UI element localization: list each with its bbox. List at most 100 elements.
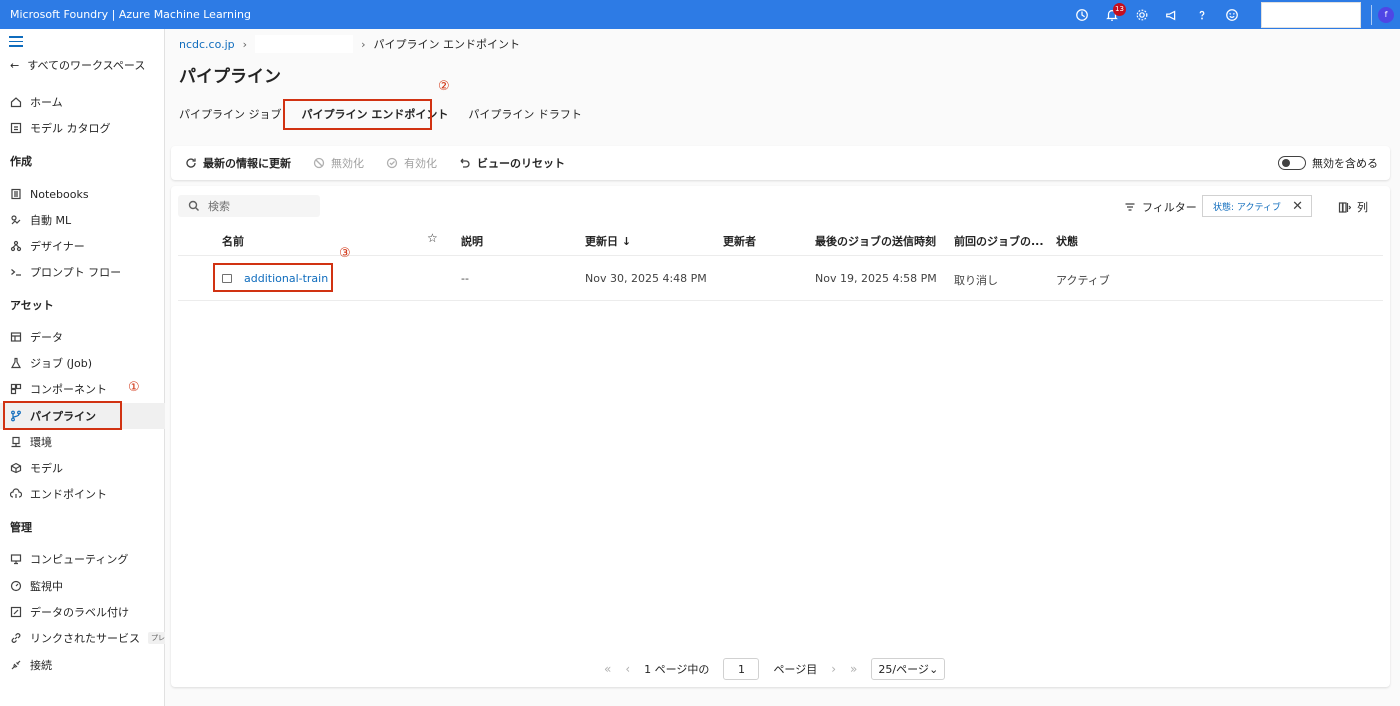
sidebar-item-label: 自動 ML — [30, 214, 72, 227]
per-page-select[interactable]: 25/ページ ⌄ — [871, 658, 946, 680]
page-title: パイプライン — [179, 67, 281, 87]
sidebar-item-label: ホーム — [30, 96, 63, 109]
sidebar-item-label: エンドポイント — [30, 488, 107, 501]
pagination-of-label: 1 ページ中の — [644, 663, 710, 676]
sidebar-item-data-labeling[interactable]: データのラベル付け — [0, 599, 165, 625]
search-input[interactable]: 検索 — [178, 195, 320, 217]
automl-icon — [10, 214, 22, 226]
sidebar-item-data[interactable]: データ — [0, 324, 165, 350]
environment-icon — [10, 436, 22, 448]
annotation-marker-2: ② — [438, 79, 450, 94]
feedback-smiley-icon[interactable] — [1217, 0, 1247, 29]
first-page-icon[interactable]: « — [604, 662, 611, 676]
section-create: 作成 — [10, 155, 32, 168]
breadcrumb-workspace[interactable] — [255, 35, 354, 53]
sidebar-item-monitoring[interactable]: 監視中 — [0, 573, 165, 599]
sidebar-item-label: 接続 — [30, 659, 52, 672]
sidebar-item-model-catalog[interactable]: モデル カタログ — [0, 115, 165, 141]
table-card: 検索 フィルター 状態: アクティブ ✕ 列 名前 ☆ 説明 更新日 ↓ 更新者… — [171, 186, 1390, 687]
highlight-box-endpoint-row — [213, 263, 333, 292]
history-icon[interactable] — [1067, 0, 1097, 29]
notification-icon[interactable]: 13 — [1097, 0, 1127, 29]
undo-icon — [460, 158, 470, 168]
hamburger-menu-icon[interactable] — [9, 36, 23, 48]
row-description: -- — [461, 272, 469, 285]
sidebar-item-linked-services[interactable]: リンクされたサービス プレビュー — [0, 625, 165, 651]
toggle-switch[interactable] — [1278, 156, 1306, 170]
app-title[interactable]: Microsoft Foundry | Azure Machine Learni… — [0, 8, 1067, 21]
notification-badge: 13 — [1113, 3, 1126, 16]
component-icon — [10, 383, 22, 395]
main-content: ncdc.co.jp › › パイプライン エンドポイント パイプライン パイプ… — [165, 29, 1400, 706]
column-header-last-job-submit[interactable]: 最後のジョブの送信時刻 — [815, 233, 936, 249]
sidebar-item-endpoints[interactable]: エンドポイント — [0, 481, 165, 507]
tab-pipeline-drafts[interactable]: パイプライン ドラフト — [468, 106, 582, 122]
column-header-description[interactable]: 説明 — [461, 233, 483, 249]
tab-pipeline-jobs[interactable]: パイプライン ジョブ — [179, 106, 282, 122]
sidebar-item-label: コンポーネント — [30, 383, 107, 396]
divider — [178, 300, 1383, 301]
sidebar-item-compute[interactable]: コンピューティング — [0, 546, 165, 572]
megaphone-icon[interactable] — [1157, 0, 1187, 29]
sidebar-item-models[interactable]: モデル — [0, 455, 165, 481]
enable-button[interactable]: 有効化 — [386, 155, 437, 171]
column-header-last-job-status[interactable]: 前回のジョブの... — [954, 233, 1044, 249]
sidebar-item-label: コンピューティング — [30, 553, 129, 566]
filter-chip-status[interactable]: 状態: アクティブ ✕ — [1202, 195, 1312, 217]
sidebar-item-automl[interactable]: 自動 ML — [0, 207, 165, 233]
column-header-updated[interactable]: 更新日 ↓ — [585, 233, 631, 249]
row-state: アクティブ — [1056, 274, 1110, 287]
home-icon — [10, 96, 22, 108]
back-to-workspaces[interactable]: ← すべてのワークスペース — [10, 57, 145, 73]
back-label: すべてのワークスペース — [27, 59, 146, 72]
breadcrumb-org[interactable]: ncdc.co.jp — [179, 38, 235, 51]
global-search-input[interactable] — [1261, 1, 1361, 28]
sidebar-item-designer[interactable]: デザイナー — [0, 233, 165, 259]
monitor-icon — [10, 580, 22, 592]
section-manage: 管理 — [10, 521, 32, 534]
disable-button[interactable]: 無効化 — [313, 155, 364, 171]
search-placeholder: 検索 — [208, 200, 230, 213]
last-page-icon[interactable]: » — [850, 662, 857, 676]
next-page-icon[interactable]: › — [831, 662, 836, 676]
link-icon — [10, 632, 22, 644]
column-header-state[interactable]: 状態 — [1056, 233, 1078, 249]
breadcrumb-current: パイプライン エンドポイント — [373, 38, 520, 51]
sidebar-item-home[interactable]: ホーム — [0, 89, 165, 115]
sidebar-item-prompt-flow[interactable]: プロンプト フロー — [0, 259, 165, 285]
model-icon — [10, 462, 22, 474]
toggle-label: 無効を含める — [1312, 157, 1378, 170]
refresh-button[interactable]: 最新の情報に更新 — [185, 155, 291, 171]
sidebar-item-components[interactable]: コンポーネント — [0, 376, 165, 402]
sidebar-item-label: モデル カタログ — [30, 122, 111, 135]
sidebar-item-label: デザイナー — [30, 240, 85, 253]
column-header-name[interactable]: 名前 — [222, 233, 244, 249]
sidebar-item-environments[interactable]: 環境 — [0, 429, 165, 455]
gear-icon[interactable] — [1127, 0, 1157, 29]
refresh-icon — [186, 158, 196, 168]
reset-view-button[interactable]: ビューのリセット — [459, 155, 565, 171]
divider — [178, 255, 1383, 256]
annotation-marker-3: ③ — [339, 246, 351, 261]
columns-button[interactable]: 列 — [1338, 199, 1368, 215]
close-icon[interactable]: ✕ — [1292, 199, 1303, 214]
annotation-marker-1: ① — [128, 380, 140, 395]
column-header-updated-by[interactable]: 更新者 — [723, 233, 756, 249]
chevron-right-icon: › — [242, 37, 248, 51]
previous-page-icon[interactable]: ‹ — [625, 662, 630, 676]
catalog-icon — [10, 122, 22, 134]
column-header-favorite[interactable]: ☆ — [427, 231, 438, 245]
sidebar-item-jobs[interactable]: ジョブ (Job) — [0, 350, 165, 376]
sidebar-item-label: データのラベル付け — [30, 606, 129, 619]
endpoint-icon — [10, 488, 22, 500]
sidebar-item-label: Notebooks — [30, 187, 89, 201]
include-disabled-toggle[interactable]: 無効を含める — [1278, 155, 1378, 171]
sidebar-item-connections[interactable]: 接続 — [0, 652, 165, 678]
page-number-input[interactable]: 1 — [723, 658, 760, 680]
filter-button[interactable]: フィルター — [1124, 199, 1197, 215]
sidebar-item-notebooks[interactable]: Notebooks — [0, 181, 165, 207]
help-icon[interactable] — [1187, 0, 1217, 29]
avatar[interactable]: f — [1378, 6, 1394, 23]
breadcrumb: ncdc.co.jp › › パイプライン エンドポイント — [179, 35, 520, 53]
sidebar-item-label: リンクされたサービス — [30, 632, 140, 645]
